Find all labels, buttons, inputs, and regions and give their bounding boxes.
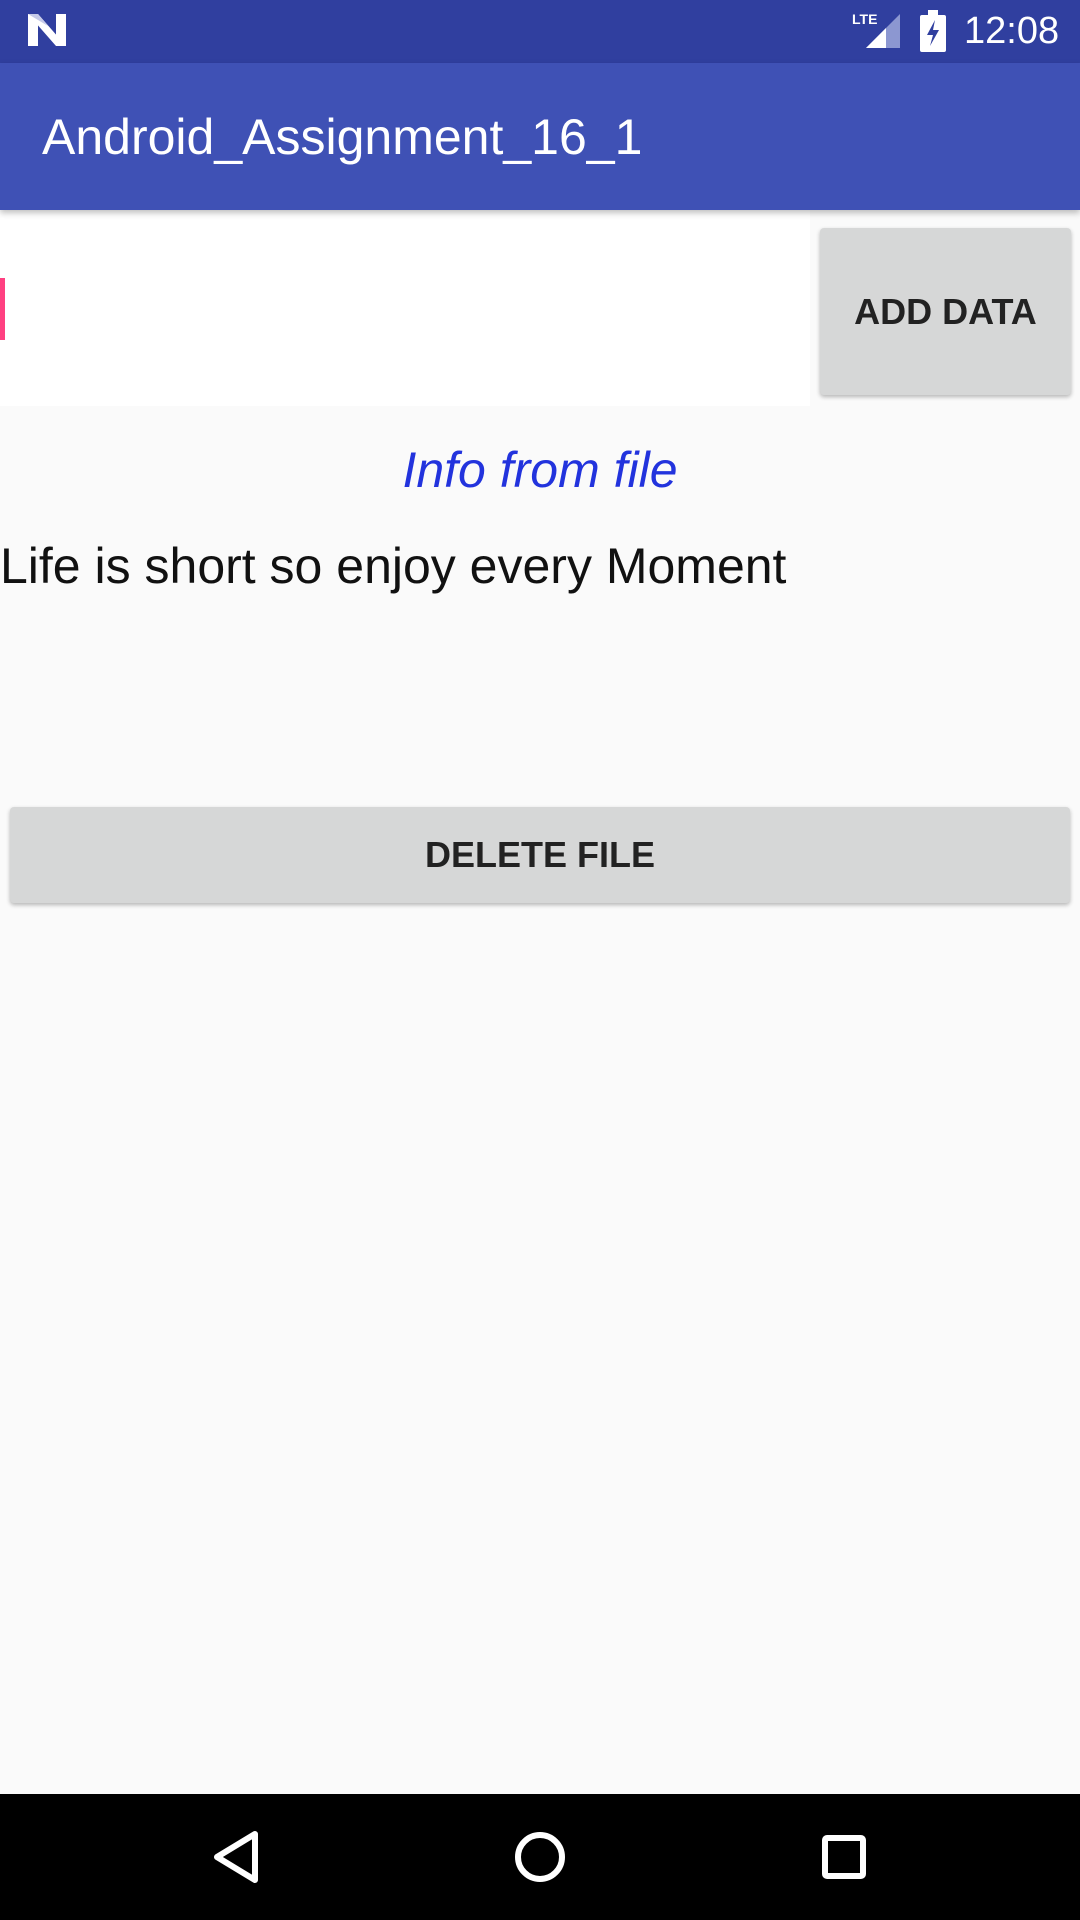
data-input[interactable] <box>6 260 800 358</box>
text-cursor <box>0 278 5 340</box>
back-button[interactable] <box>196 1817 276 1897</box>
file-content-text: Life is short so enjoy every Moment <box>0 538 787 594</box>
back-icon <box>214 1831 258 1883</box>
network-type-label: LTE <box>852 11 877 27</box>
info-heading: Info from file <box>402 442 678 498</box>
android-n-logo-icon <box>28 14 66 46</box>
recents-icon <box>822 1835 866 1879</box>
navigation-bar <box>0 1794 1080 1920</box>
clock: 12:08 <box>964 10 1060 52</box>
app-title: Android_Assignment_16_1 <box>42 109 643 165</box>
lte-signal-icon: LTE <box>852 11 900 48</box>
delete-file-button[interactable]: DELETE FILE <box>10 807 1070 903</box>
battery-charging-icon <box>920 10 946 52</box>
add-data-button[interactable]: ADD DATA <box>820 228 1071 395</box>
data-input-container[interactable] <box>0 210 810 406</box>
home-icon <box>515 1832 565 1882</box>
status-bar: LTE 12:08 <box>0 0 1080 63</box>
recents-button[interactable] <box>804 1817 884 1897</box>
app-bar: Android_Assignment_16_1 <box>0 63 1080 210</box>
home-button[interactable] <box>500 1817 580 1897</box>
